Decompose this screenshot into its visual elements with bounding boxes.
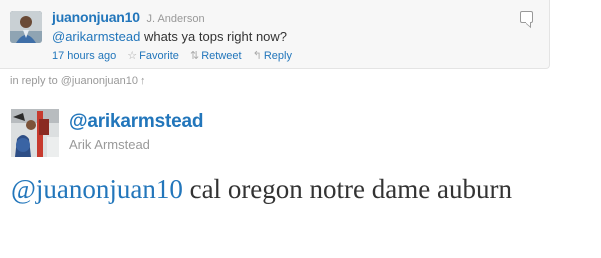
reply-tweet-body: whats ya tops right now? <box>140 29 288 44</box>
reply-tweet-timestamp[interactable]: 17 hours ago <box>52 50 116 62</box>
retweet-label: Retweet <box>201 50 242 62</box>
in-reply-to-link[interactable]: in reply to @juanonjuan10 ↑ <box>10 75 145 87</box>
main-author-avatar[interactable] <box>11 109 59 157</box>
in-reply-to-tweet-card[interactable]: juanonjuan10 J. Anderson @arikarmstead w… <box>0 0 550 69</box>
in-reply-to-prefix: in reply to <box>10 75 61 87</box>
speech-bubble-icon[interactable] <box>520 11 533 23</box>
favorite-label: Favorite <box>139 50 179 62</box>
favorite-action[interactable]: ☆ Favorite <box>127 50 179 62</box>
retweet-action[interactable]: ⇅ Retweet <box>190 50 242 62</box>
main-tweet-body: cal oregon notre dame auburn <box>182 174 512 204</box>
up-arrow-icon: ↑ <box>139 75 146 87</box>
reply-author-full-name: J. Anderson <box>146 13 205 25</box>
in-reply-to-handle: @juanonjuan10 <box>60 75 138 87</box>
reply-action[interactable]: ↰ Reply <box>253 50 292 62</box>
reply-arrow-icon: ↰ <box>252 50 262 62</box>
favorite-star-icon: ☆ <box>127 50 138 62</box>
reply-author-avatar[interactable] <box>10 11 42 43</box>
reply-tweet-text: @arikarmstead whats ya tops right now? <box>52 29 287 44</box>
main-tweet-text: @juanonjuan10 cal oregon notre dame aubu… <box>11 173 591 206</box>
reply-tweet-actions: 17 hours ago ☆ Favorite ⇅ Retweet ↰ Reply <box>52 49 292 62</box>
main-author-full-name: Arik Armstead <box>69 137 150 152</box>
main-author-screen-name[interactable]: @arikarmstead <box>69 111 203 133</box>
reply-label: Reply <box>263 50 292 62</box>
main-tweet-mention-link[interactable]: @juanonjuan10 <box>11 174 183 204</box>
reply-author-row: juanonjuan10 J. Anderson <box>52 9 205 25</box>
reply-author-screen-name[interactable]: juanonjuan10 <box>52 9 140 25</box>
tweet-permalink-page: juanonjuan10 J. Anderson @arikarmstead w… <box>0 0 601 258</box>
retweet-icon: ⇅ <box>189 50 200 62</box>
reply-tweet-mention-link[interactable]: @arikarmstead <box>52 29 140 44</box>
